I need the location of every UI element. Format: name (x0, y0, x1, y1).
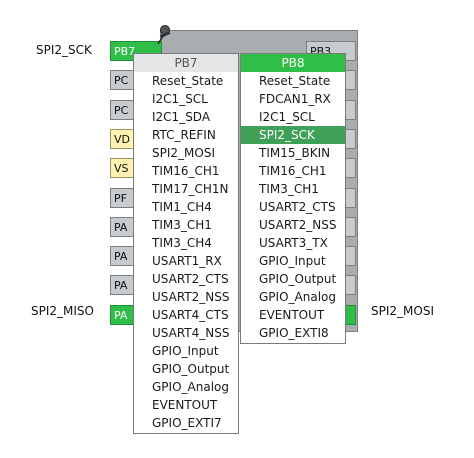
pb8-menu-title: PB8 (241, 54, 345, 72)
pb7-menu-item-usart4-nss[interactable]: USART4_NSS (134, 324, 238, 342)
pb7-menu-item-usart1-rx[interactable]: USART1_RX (134, 252, 238, 270)
pb8-menu-item-usart3-tx[interactable]: USART3_TX (241, 234, 345, 252)
signal-label-spi2-mosi: SPI2_MOSI (371, 304, 434, 318)
pb7-menu-item-tim3-ch4[interactable]: TIM3_CH4 (134, 234, 238, 252)
pb7-menu-item-i2c1-scl[interactable]: I2C1_SCL (134, 90, 238, 108)
pb8-function-menu: PB8 Reset_State FDCAN1_RX I2C1_SCL SPI2_SCK… (240, 53, 346, 344)
pb8-menu-item-usart2-nss[interactable]: USART2_NSS (241, 216, 345, 234)
pb8-menu-item-gpio-exti8[interactable]: GPIO_EXTI8 (241, 324, 345, 342)
pb7-menu-item-gpio-exti7[interactable]: GPIO_EXTI7 (134, 414, 238, 432)
pb7-menu-item-spi2-mosi[interactable]: SPI2_MOSI (134, 144, 238, 162)
pb7-menu-item-gpio-output[interactable]: GPIO_Output (134, 360, 238, 378)
pb7-menu-item-usart2-cts[interactable]: USART2_CTS (134, 270, 238, 288)
pb7-menu-item-tim16-ch1[interactable]: TIM16_CH1 (134, 162, 238, 180)
pushpin-icon (157, 25, 171, 45)
pb7-menu-item-gpio-analog[interactable]: GPIO_Analog (134, 378, 238, 396)
pb8-menu-item-eventout[interactable]: EVENTOUT (241, 306, 345, 324)
signal-label-spi2-sck: SPI2_SCK (36, 43, 92, 57)
signal-label-spi2-miso: SPI2_MISO (31, 304, 94, 318)
pb8-menu-item-tim15-bkin[interactable]: TIM15_BKIN (241, 144, 345, 162)
pb7-menu-item-usart4-cts[interactable]: USART4_CTS (134, 306, 238, 324)
pb8-menu-item-gpio-output[interactable]: GPIO_Output (241, 270, 345, 288)
pb8-menu-item-gpio-analog[interactable]: GPIO_Analog (241, 288, 345, 306)
pb7-menu-item-rtc-refin[interactable]: RTC_REFIN (134, 126, 238, 144)
pb8-menu-item-usart2-cts[interactable]: USART2_CTS (241, 198, 345, 216)
pb7-menu-item-reset-state[interactable]: Reset_State (134, 72, 238, 90)
pb7-menu-item-i2c1-sda[interactable]: I2C1_SDA (134, 108, 238, 126)
pb7-function-menu: PB7 Reset_State I2C1_SCL I2C1_SDA RTC_REFIN… (133, 53, 239, 434)
pb8-menu-item-reset-state[interactable]: Reset_State (241, 72, 345, 90)
pb7-menu-item-usart2-nss[interactable]: USART2_NSS (134, 288, 238, 306)
pb8-menu-item-fdcan1-rx[interactable]: FDCAN1_RX (241, 90, 345, 108)
pb7-menu-item-tim1-ch4[interactable]: TIM1_CH4 (134, 198, 238, 216)
pb8-menu-item-gpio-input[interactable]: GPIO_Input (241, 252, 345, 270)
pb8-menu-item-tim16-ch1[interactable]: TIM16_CH1 (241, 162, 345, 180)
pb7-menu-item-tim17-ch1n[interactable]: TIM17_CH1N (134, 180, 238, 198)
pb8-menu-item-tim3-ch1[interactable]: TIM3_CH1 (241, 180, 345, 198)
pb7-menu-item-tim3-ch1[interactable]: TIM3_CH1 (134, 216, 238, 234)
pb8-menu-item-i2c1-scl[interactable]: I2C1_SCL (241, 108, 345, 126)
pb7-menu-title: PB7 (134, 54, 238, 72)
pb7-menu-item-eventout[interactable]: EVENTOUT (134, 396, 238, 414)
pb7-menu-item-gpio-input[interactable]: GPIO_Input (134, 342, 238, 360)
pb8-menu-item-spi2-sck[interactable]: SPI2_SCK (241, 126, 345, 144)
